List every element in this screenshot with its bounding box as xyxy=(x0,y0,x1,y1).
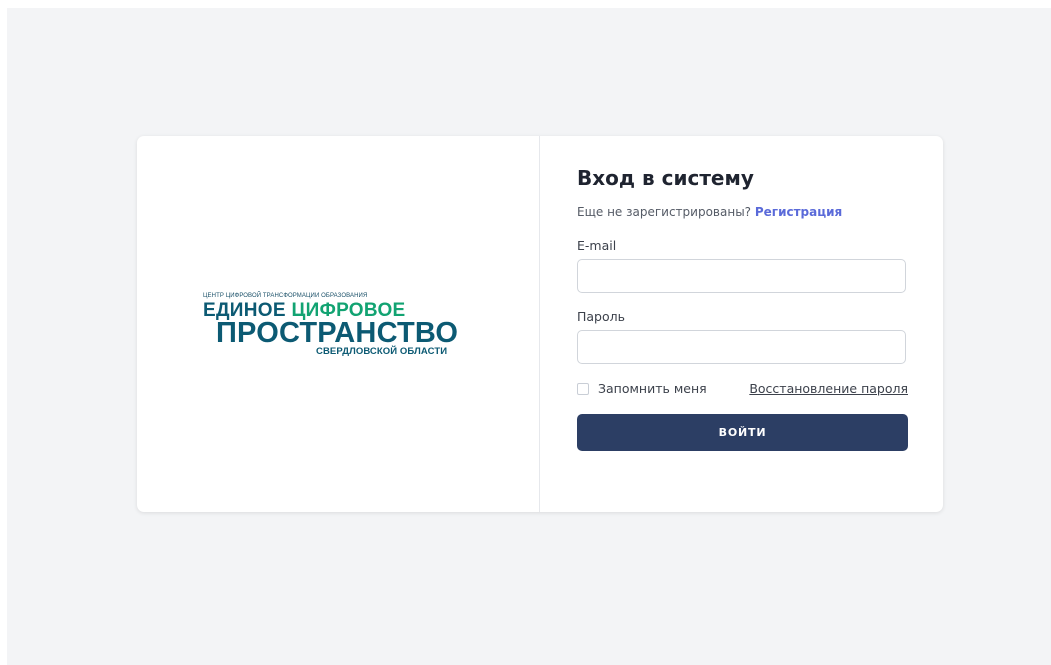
remember-checkbox[interactable] xyxy=(577,382,589,395)
page-title: Вход в систему xyxy=(577,166,754,190)
logo: ЦЕНТР ЦИФРОВОЙ ТРАНСФОРМАЦИИ ОБРАЗОВАНИЯ… xyxy=(203,293,483,357)
page-background: ЦЕНТР ЦИФРОВОЙ ТРАНСФОРМАЦИИ ОБРАЗОВАНИЯ… xyxy=(7,8,1051,665)
password-field[interactable] xyxy=(577,330,906,364)
password-label: Пароль xyxy=(577,309,625,324)
email-field[interactable] xyxy=(577,259,906,293)
restore-password-link[interactable]: Восстановление пароля xyxy=(749,381,908,396)
email-label: E-mail xyxy=(577,238,617,253)
logo-top-text: ЦЕНТР ЦИФРОВОЙ ТРАНСФОРМАЦИИ ОБРАЗОВАНИЯ xyxy=(203,293,368,299)
remember-me[interactable]: Запомнить меня xyxy=(577,381,707,396)
login-card: ЦЕНТР ЦИФРОВОЙ ТРАНСФОРМАЦИИ ОБРАЗОВАНИЯ… xyxy=(137,136,943,512)
login-form-panel: Вход в систему Еще не зарегистрированы? … xyxy=(540,136,943,512)
register-line: Еще не зарегистрированы? Регистрация xyxy=(577,205,842,219)
login-button[interactable]: ВОЙТИ xyxy=(577,414,908,451)
remember-label: Запомнить меня xyxy=(598,381,707,396)
register-link[interactable]: Регистрация xyxy=(755,205,842,219)
brand-panel: ЦЕНТР ЦИФРОВОЙ ТРАНСФОРМАЦИИ ОБРАЗОВАНИЯ… xyxy=(137,136,540,512)
logo-line2: ПРОСТРАНСТВО xyxy=(216,317,459,349)
register-prompt: Еще не зарегистрированы? xyxy=(577,205,752,219)
